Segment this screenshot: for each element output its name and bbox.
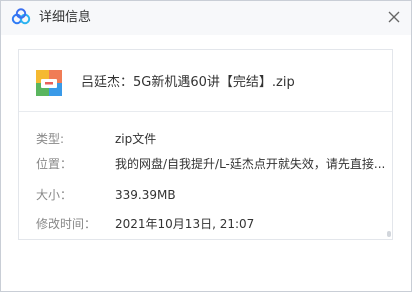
baidu-netdisk-cloud-icon — [11, 8, 31, 26]
close-icon[interactable] — [385, 8, 403, 26]
dialog-title: 详细信息 — [39, 10, 92, 25]
file-header: 吕廷杰：5G新机遇60讲【完结】.zip — [19, 50, 392, 112]
zip-archive-icon — [36, 70, 62, 96]
title-bar[interactable]: 详细信息 — [1, 1, 411, 35]
location-label: 位置： — [36, 157, 73, 171]
modified-time-label: 修改时间： — [36, 217, 97, 231]
type-value: zip文件 — [115, 132, 157, 146]
details-dialog: 详细信息 吕廷杰：5G新机遇60讲【完结】.zip 类型: zip文件 位置： … — [0, 0, 412, 292]
location-value[interactable]: 我的网盘/自我提升/L-廷杰点开就失效，请先直接... — [115, 157, 387, 171]
details-panel: 吕廷杰：5G新机遇60讲【完结】.zip 类型: zip文件 位置： 我的网盘/… — [18, 49, 393, 240]
modified-time-value: 2021年10月13日, 21:07 — [115, 217, 255, 231]
scrollbar[interactable] — [387, 231, 391, 237]
type-label: 类型: — [36, 132, 65, 146]
file-name: 吕廷杰：5G新机遇60讲【完结】.zip — [81, 75, 295, 90]
size-label: 大小： — [36, 188, 73, 202]
size-value: 339.39MB — [115, 188, 176, 202]
